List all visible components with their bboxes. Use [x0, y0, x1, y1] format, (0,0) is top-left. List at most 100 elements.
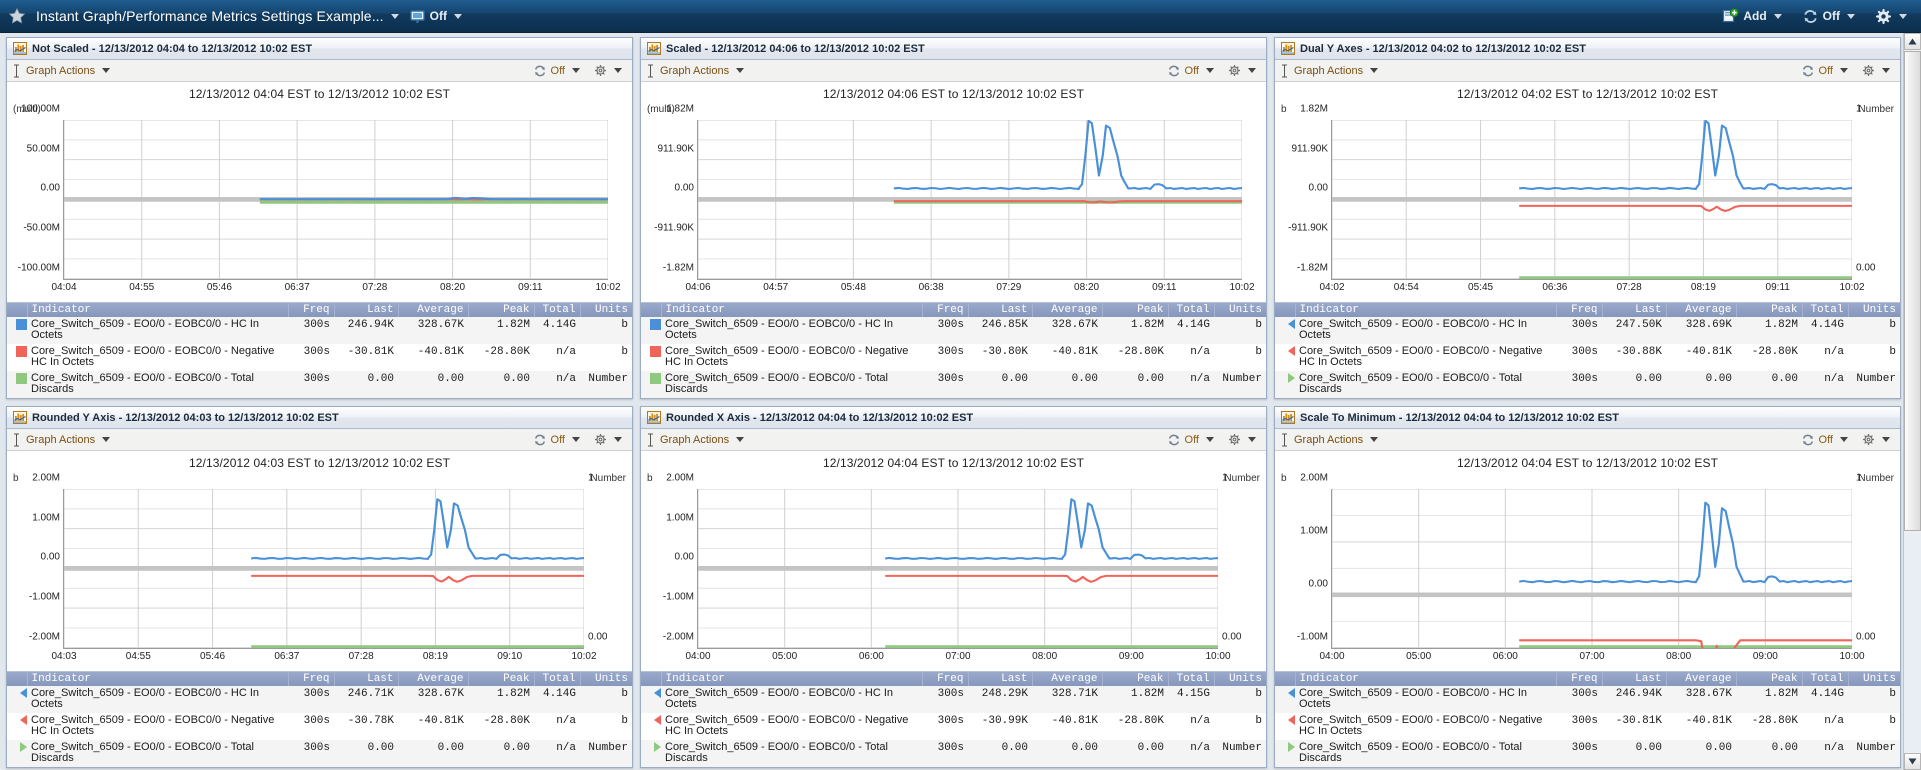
- settings-button[interactable]: [1875, 8, 1911, 25]
- legend-col-last[interactable]: Last: [968, 671, 1033, 686]
- table-row[interactable]: Core_Switch_6509 - EO0/0 - EOBC0/0 - Tot…: [641, 370, 1266, 398]
- graph-actions-chevron-down-icon[interactable]: [102, 68, 111, 73]
- settings-chevron-down-icon[interactable]: [1899, 13, 1907, 19]
- graph-actions-button[interactable]: Graph Actions: [646, 64, 748, 78]
- page-vertical-scrollbar[interactable]: [1903, 33, 1921, 770]
- scrollbar-thumb[interactable]: [1904, 51, 1921, 531]
- chart-area[interactable]: 12/13/2012 04:04 EST to 12/13/2012 10:02…: [7, 82, 632, 302]
- legend-indicator-name[interactable]: Core_Switch_6509 - EO0/0 - EOBC0/0 - Neg…: [27, 713, 288, 740]
- table-row[interactable]: Core_Switch_6509 - EO0/0 - EOBC0/0 - HC …: [641, 685, 1266, 713]
- legend-col-units[interactable]: Units: [580, 302, 632, 317]
- panel-settings-chevron-down-icon[interactable]: [1248, 437, 1256, 442]
- chart-area[interactable]: 12/13/2012 04:02 EST to 12/13/2012 10:02…: [1275, 82, 1900, 302]
- legend-indicator-name[interactable]: Core_Switch_6509 - EO0/0 - EOBC0/0 - Neg…: [1295, 713, 1556, 740]
- graph-actions-button[interactable]: Graph Actions: [1280, 433, 1382, 447]
- panel-refresh-control[interactable]: Off: [1801, 433, 1852, 447]
- legend-col-freq[interactable]: Freq: [288, 671, 335, 686]
- plot-canvas[interactable]: -1.82M -911.90K 0.00 911.90K 1.82M 04:06 04:57…: [654, 104, 1254, 293]
- table-row[interactable]: Core_Switch_6509 - EO0/0 - EOBC0/0 - Neg…: [7, 713, 632, 740]
- panel-refresh-chevron-down-icon[interactable]: [1206, 68, 1214, 73]
- legend-col-average[interactable]: Average: [398, 671, 469, 686]
- panel-refresh-control[interactable]: Off: [533, 64, 584, 78]
- plot-canvas[interactable]: -2.00M -1.00M 0.00 1.00M 2.00M 0.00 1 04:00 05:0…: [663, 473, 1242, 662]
- scroll-up-arrow-icon[interactable]: [1904, 33, 1921, 50]
- legend-indicator-name[interactable]: Core_Switch_6509 - EO0/0 - EOBC0/0 - Tot…: [661, 371, 922, 398]
- legend-col-freq[interactable]: Freq: [1556, 671, 1603, 686]
- legend-col-freq[interactable]: Freq: [1556, 302, 1603, 317]
- panel-refresh-chevron-down-icon[interactable]: [1840, 68, 1848, 73]
- legend-col-units[interactable]: Units: [1848, 302, 1900, 317]
- legend-col-peak[interactable]: Peak: [468, 671, 535, 686]
- legend-col-total[interactable]: Total: [534, 671, 581, 686]
- legend-indicator-name[interactable]: Core_Switch_6509 - EO0/0 - EOBC0/0 - Tot…: [661, 740, 922, 767]
- legend-col-indicator[interactable]: Indicator: [661, 302, 923, 317]
- legend-col-indicator[interactable]: Indicator: [1295, 302, 1557, 317]
- legend-indicator-name[interactable]: Core_Switch_6509 - EO0/0 - EOBC0/0 - Neg…: [27, 344, 288, 371]
- legend-col-total[interactable]: Total: [1168, 671, 1215, 686]
- plot-canvas[interactable]: -1.00M 0.00 1.00M 2.00M 0.00 1 04:00 05:00 06:00…: [1297, 473, 1876, 662]
- panel-refresh-chevron-down-icon[interactable]: [1840, 437, 1848, 442]
- panel-refresh-chevron-down-icon[interactable]: [1206, 437, 1214, 442]
- legend-col-units[interactable]: Units: [580, 671, 632, 686]
- legend-col-average[interactable]: Average: [1032, 671, 1103, 686]
- legend-indicator-name[interactable]: Core_Switch_6509 - EO0/0 - EOBC0/0 - HC …: [661, 686, 922, 713]
- table-row[interactable]: Core_Switch_6509 - EO0/0 - EOBC0/0 - Neg…: [7, 344, 632, 371]
- panel-refresh-chevron-down-icon[interactable]: [572, 437, 580, 442]
- panel-refresh-control[interactable]: Off: [1167, 433, 1218, 447]
- legend-col-indicator[interactable]: Indicator: [661, 671, 923, 686]
- table-row[interactable]: Core_Switch_6509 - EO0/0 - EOBC0/0 - Neg…: [1275, 344, 1900, 371]
- table-row[interactable]: Core_Switch_6509 - EO0/0 - EOBC0/0 - Neg…: [641, 344, 1266, 371]
- table-row[interactable]: Core_Switch_6509 - EO0/0 - EOBC0/0 - Tot…: [7, 370, 632, 398]
- legend-col-last[interactable]: Last: [334, 671, 399, 686]
- legend-indicator-name[interactable]: Core_Switch_6509 - EO0/0 - EOBC0/0 - Tot…: [27, 740, 288, 767]
- plot-canvas[interactable]: -100.00M -50.00M 0.00 50.00M 100.00M 04:04 04:…: [18, 104, 621, 293]
- legend-col-last[interactable]: Last: [1602, 302, 1667, 317]
- panel-settings-button[interactable]: [1862, 64, 1894, 77]
- plot-canvas[interactable]: -2.00M -1.00M 0.00 1.00M 2.00M 0.00 1 04:03 04:5…: [29, 473, 608, 662]
- legend-col-average[interactable]: Average: [1666, 671, 1737, 686]
- table-row[interactable]: Core_Switch_6509 - EO0/0 - EOBC0/0 - Tot…: [1275, 739, 1900, 767]
- legend-col-total[interactable]: Total: [534, 302, 581, 317]
- legend-col-peak[interactable]: Peak: [1736, 671, 1803, 686]
- legend-col-freq[interactable]: Freq: [922, 302, 969, 317]
- legend-col-total[interactable]: Total: [1168, 302, 1215, 317]
- legend-col-peak[interactable]: Peak: [1102, 671, 1169, 686]
- legend-indicator-name[interactable]: Core_Switch_6509 - EO0/0 - EOBC0/0 - Tot…: [1295, 740, 1556, 767]
- panel-settings-button[interactable]: [1862, 433, 1894, 446]
- graph-actions-button[interactable]: Graph Actions: [12, 64, 114, 78]
- table-row[interactable]: Core_Switch_6509 - EO0/0 - EOBC0/0 - HC …: [1275, 685, 1900, 713]
- panel-settings-button[interactable]: [594, 433, 626, 446]
- legend-indicator-name[interactable]: Core_Switch_6509 - EO0/0 - EOBC0/0 - HC …: [1295, 686, 1556, 713]
- panel-refresh-chevron-down-icon[interactable]: [572, 68, 580, 73]
- graph-actions-chevron-down-icon[interactable]: [102, 437, 111, 442]
- title-chevron-down-icon[interactable]: [390, 13, 399, 19]
- table-row[interactable]: Core_Switch_6509 - EO0/0 - EOBC0/0 - Neg…: [1275, 713, 1900, 740]
- legend-col-peak[interactable]: Peak: [1736, 302, 1803, 317]
- chart-area[interactable]: 12/13/2012 04:04 EST to 12/13/2012 10:02…: [641, 451, 1266, 671]
- panel-settings-chevron-down-icon[interactable]: [1882, 437, 1890, 442]
- auto-refresh-control[interactable]: Off: [1802, 8, 1859, 25]
- presentation-chevron-down-icon[interactable]: [454, 13, 462, 19]
- legend-indicator-name[interactable]: Core_Switch_6509 - EO0/0 - EOBC0/0 - HC …: [27, 317, 288, 344]
- legend-col-indicator[interactable]: Indicator: [27, 671, 289, 686]
- graph-actions-chevron-down-icon[interactable]: [1370, 68, 1379, 73]
- panel-settings-button[interactable]: [1228, 64, 1260, 77]
- graph-actions-button[interactable]: Graph Actions: [1280, 64, 1382, 78]
- refresh-chevron-down-icon[interactable]: [1847, 13, 1855, 19]
- add-chevron-down-icon[interactable]: [1773, 13, 1782, 19]
- legend-col-last[interactable]: Last: [968, 302, 1033, 317]
- table-row[interactable]: Core_Switch_6509 - EO0/0 - EOBC0/0 - HC …: [7, 685, 632, 713]
- legend-col-indicator[interactable]: Indicator: [27, 302, 289, 317]
- table-row[interactable]: Core_Switch_6509 - EO0/0 - EOBC0/0 - Tot…: [641, 739, 1266, 767]
- add-button[interactable]: Add: [1722, 7, 1785, 25]
- plot-canvas[interactable]: -1.82M -911.90K 0.00 911.90K 1.82M 0.00 1 04:02…: [1288, 104, 1875, 293]
- chart-area[interactable]: 12/13/2012 04:03 EST to 12/13/2012 10:02…: [7, 451, 632, 671]
- table-row[interactable]: Core_Switch_6509 - EO0/0 - EOBC0/0 - Tot…: [7, 739, 632, 767]
- graph-actions-button[interactable]: Graph Actions: [12, 433, 114, 447]
- presentation-mode-control[interactable]: Off: [409, 8, 466, 25]
- graph-actions-chevron-down-icon[interactable]: [736, 68, 745, 73]
- legend-col-units[interactable]: Units: [1214, 671, 1266, 686]
- table-row[interactable]: Core_Switch_6509 - EO0/0 - EOBC0/0 - HC …: [1275, 316, 1900, 344]
- graph-actions-button[interactable]: Graph Actions: [646, 433, 748, 447]
- legend-col-total[interactable]: Total: [1802, 671, 1849, 686]
